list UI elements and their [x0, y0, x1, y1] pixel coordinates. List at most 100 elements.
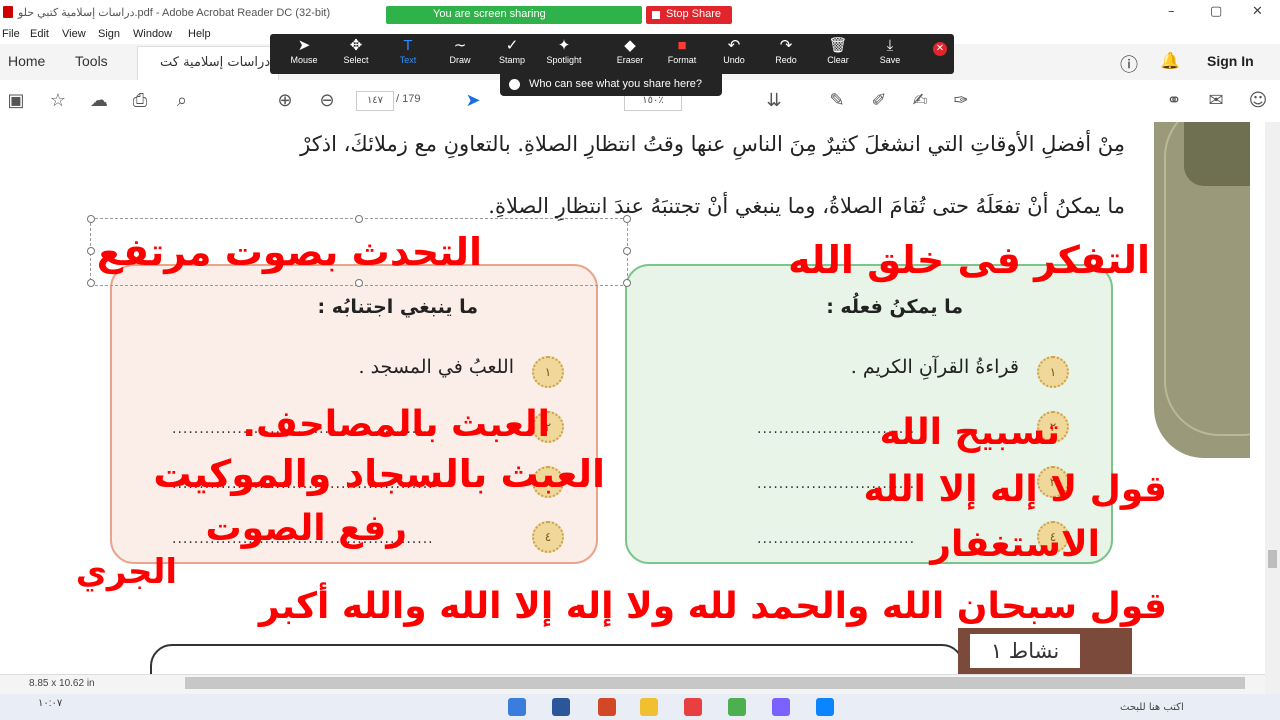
page-down-icon[interactable]: ⊖ — [316, 90, 338, 112]
resize-handle[interactable] — [355, 279, 363, 287]
who-can-see-bar[interactable]: Who can see what you share here? — [500, 74, 722, 96]
draw-pen-icon[interactable]: ✍ — [909, 90, 931, 112]
tab-tools[interactable]: Tools — [75, 53, 108, 69]
tab-home[interactable]: Home — [8, 53, 45, 69]
chapter-tab — [1184, 122, 1250, 186]
resize-handle[interactable] — [623, 215, 631, 223]
menu-window[interactable]: Window — [133, 28, 172, 40]
tool-mouse[interactable]: ➤ Mouse — [278, 36, 330, 65]
menu-file[interactable]: File — [2, 28, 20, 40]
bookmark-star-icon[interactable]: ☆ — [47, 90, 69, 112]
file-explorer-icon[interactable] — [640, 698, 658, 716]
tool-text[interactable]: T Text — [382, 36, 434, 65]
sign-in-button[interactable]: Sign In — [1207, 53, 1254, 69]
tool-redo[interactable]: ↷ Redo — [760, 36, 812, 65]
maximize-button[interactable]: ▢ — [1210, 4, 1222, 19]
stop-icon — [652, 11, 660, 19]
page-up-icon[interactable]: ⊕ — [274, 90, 296, 112]
resize-handle[interactable] — [87, 279, 95, 287]
paragraph-line-1: مِنْ أفضلِ الأوقاتِ التي انشغلَ كثيرٌ مِ… — [300, 132, 1125, 156]
page-number-input[interactable]: ١٤٧ — [356, 91, 394, 111]
scroll-mode-icon[interactable]: ⇊ — [763, 90, 785, 112]
taskbar-search-hint[interactable]: اكتب هنا للبحث — [1120, 702, 1184, 713]
vertical-scroll-thumb[interactable] — [1268, 550, 1277, 568]
annotation-avoid-2[interactable]: العبث بالمصاحف. — [230, 404, 550, 445]
help-icon[interactable]: ⓘ — [1120, 51, 1138, 77]
annotation-avoid-4[interactable]: رفع الصوت — [195, 508, 408, 549]
close-window-button[interactable]: ✕ — [1252, 4, 1263, 19]
eraser-icon: ◆ — [624, 37, 636, 54]
annotation-toolbar: ➤ Mouse ✥ Select T Text ∼ Draw ✓ Stamp ✦ Spotlight ◆… — [270, 34, 954, 74]
stamp-icon: ✓ — [505, 37, 519, 54]
zoom-app-icon[interactable] — [508, 698, 526, 716]
powerpoint-app-icon[interactable] — [598, 698, 616, 716]
page-size-text: 8.85 x 10.62 in — [29, 678, 95, 689]
menu-sign[interactable]: Sign — [98, 28, 120, 40]
select-icon: ✥ — [349, 37, 363, 54]
windows-taskbar — [0, 694, 1280, 720]
vertical-scrollbar[interactable] — [1265, 122, 1280, 694]
tool-label: Clear — [827, 55, 849, 65]
window-title: دراسات إسلامية كتبي حلو.pdf - Adobe Acro… — [18, 7, 331, 19]
tab-document[interactable]: دراسات إسلامية كت... — [137, 46, 283, 81]
tool-save[interactable]: ⤓ Save — [864, 36, 916, 65]
menu-help[interactable]: Help — [188, 28, 211, 40]
chrome-app-icon[interactable] — [728, 698, 746, 716]
annotation-can-do-3[interactable]: قول لا إله إلا الله — [863, 469, 1167, 510]
clock: ١٠:٠٧ — [38, 698, 63, 709]
annotation-can-do-4[interactable]: الاستغفار — [925, 524, 1100, 565]
save-file-icon[interactable]: ▣ — [5, 90, 27, 112]
fill-sign-icon[interactable]: ✑ — [950, 90, 972, 112]
print-icon[interactable]: ⎙ — [129, 90, 151, 112]
resize-handle[interactable] — [623, 247, 631, 255]
tool-select[interactable]: ✥ Select — [330, 36, 382, 65]
highlight-icon[interactable]: ✐ — [868, 90, 890, 112]
screen-sharing-text: You are screen sharing — [433, 8, 546, 20]
edge-app-icon[interactable] — [816, 698, 834, 716]
stop-share-button[interactable]: Stop Share — [646, 6, 732, 24]
email-icon[interactable]: ✉ — [1205, 90, 1227, 112]
acrobat-app-icon[interactable] — [684, 698, 702, 716]
annotation-speak-loudly[interactable]: التحدث بصوت مرتفع — [92, 230, 482, 274]
annotation-tasbeeh[interactable]: قول سبحان الله والحمد لله ولا إله إلا ال… — [259, 586, 1167, 627]
document-page: مِنْ أفضلِ الأوقاتِ التي انشغلَ كثيرٌ مِ… — [0, 122, 1265, 674]
tool-stamp[interactable]: ✓ Stamp — [486, 36, 538, 65]
resize-handle[interactable] — [355, 215, 363, 223]
tool-label: Eraser — [616, 55, 644, 65]
tool-undo[interactable]: ↶ Undo — [708, 36, 760, 65]
annotation-avoid-5[interactable]: الجري — [72, 552, 177, 592]
undo-icon: ↶ — [727, 37, 741, 54]
redo-icon: ↷ — [779, 37, 793, 54]
annotation-can-do-2[interactable]: تسبيح الله — [880, 412, 1060, 453]
add-user-icon[interactable]: ☺ — [1247, 90, 1269, 112]
menu-edit[interactable]: Edit — [30, 28, 49, 40]
resize-handle[interactable] — [623, 279, 631, 287]
tool-format[interactable]: ■ Format — [656, 36, 708, 65]
share-link-icon[interactable]: ⚭ — [1163, 90, 1185, 112]
activity-label: نشاط ١ — [970, 634, 1080, 668]
tool-clear[interactable]: 🗑 Clear — [812, 36, 864, 65]
tool-draw[interactable]: ∼ Draw — [434, 36, 486, 65]
activity-banner: نشاط ١ — [958, 628, 1132, 674]
minimize-button[interactable]: – — [1168, 4, 1175, 19]
annotation-reflect-creation[interactable]: التفكر فى خلق الله — [788, 238, 1150, 282]
trash-icon: 🗑 — [828, 37, 848, 54]
annotation-avoid-3[interactable]: العبث بالسجاد والموكيت — [153, 452, 605, 496]
select-cursor-icon[interactable]: ➤ — [462, 90, 484, 112]
tool-label: Draw — [449, 55, 471, 65]
notification-bell-icon[interactable]: 🔔 — [1160, 51, 1180, 71]
word-app-icon[interactable] — [552, 698, 570, 716]
resize-handle[interactable] — [87, 215, 95, 223]
upload-cloud-icon[interactable]: ☁ — [88, 90, 110, 112]
avoid-title: ما ينبغي اجتنابُه : — [317, 296, 478, 318]
zoom-search-icon[interactable]: ⌕ — [171, 90, 193, 112]
tool-eraser[interactable]: ◆ Eraser — [604, 36, 656, 65]
horizontal-scrollbar[interactable] — [185, 677, 1245, 689]
close-annotation-icon[interactable]: ✕ — [928, 42, 952, 56]
menu-view[interactable]: View — [62, 28, 86, 40]
document-tab-label: دراسات إسلامية كت... — [160, 55, 283, 70]
comment-icon[interactable]: ✎ — [826, 90, 848, 112]
tool-spotlight[interactable]: ✦ Spotlight — [538, 36, 590, 65]
page-total: / 179 — [396, 93, 421, 105]
app-icon[interactable] — [772, 698, 790, 716]
